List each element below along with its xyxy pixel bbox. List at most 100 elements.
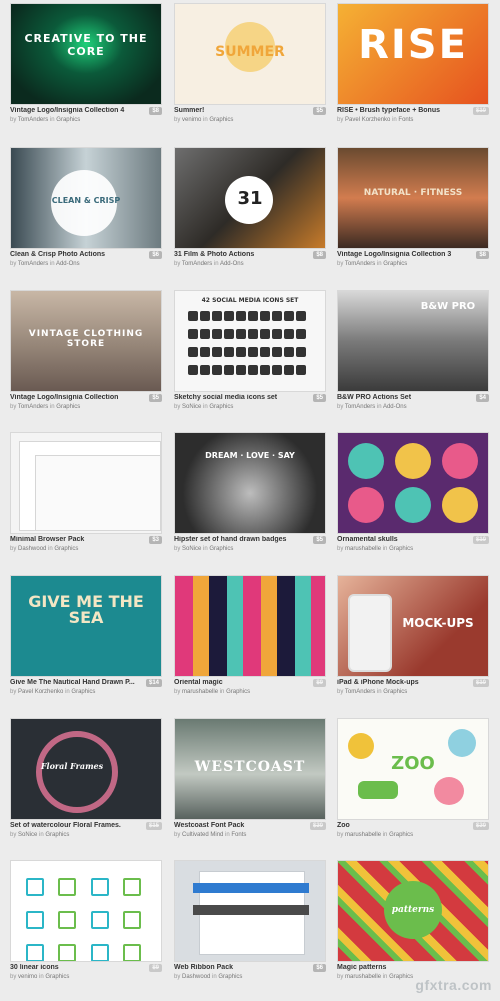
- product-card[interactable]: B&W PRO B&W PRO Actions Set by TomAnders…: [337, 290, 489, 426]
- product-title[interactable]: Hipster set of hand drawn badges: [174, 536, 299, 543]
- product-title[interactable]: Summer!: [174, 107, 299, 114]
- product-thumbnail[interactable]: SUMMER: [174, 3, 326, 105]
- author-link[interactable]: Pavel Korzhenko: [18, 689, 63, 695]
- product-title[interactable]: Vintage Logo/Insignia Collection: [10, 394, 135, 401]
- product-title[interactable]: Magic patterns: [337, 964, 462, 971]
- category-link[interactable]: Graphics: [56, 404, 80, 410]
- product-title[interactable]: 30 linear icons: [10, 964, 135, 971]
- product-title[interactable]: Minimal Browser Pack: [10, 536, 135, 543]
- category-link[interactable]: Add-Ons: [220, 261, 244, 267]
- product-card[interactable]: Minimal Browser Pack by Dashwood in Grap…: [10, 432, 162, 568]
- product-thumbnail[interactable]: 42 SOCIAL MEDIA ICONS SET: [174, 290, 326, 392]
- product-title[interactable]: Sketchy social media icons set: [174, 394, 299, 401]
- product-card[interactable]: 30 linear icons by venimo in Graphics $9: [10, 860, 162, 996]
- author-link[interactable]: Cultivated Mind: [182, 832, 223, 838]
- author-link[interactable]: Pavel Korzhenko: [345, 117, 390, 123]
- product-title[interactable]: Clean & Crisp Photo Actions: [10, 251, 135, 258]
- product-card[interactable]: RISE RISE • Brush typeface + Bonus by Pa…: [337, 3, 489, 139]
- category-link[interactable]: Add-Ons: [56, 261, 80, 267]
- product-title[interactable]: Give Me The Nautical Hand Drawn P...: [10, 679, 135, 686]
- category-link[interactable]: Graphics: [209, 404, 233, 410]
- category-link[interactable]: Graphics: [389, 974, 413, 980]
- author-link[interactable]: TomAnders: [18, 117, 48, 123]
- product-thumbnail[interactable]: RISE: [337, 3, 489, 105]
- author-link[interactable]: SoNice: [182, 546, 201, 552]
- author-link[interactable]: SoNice: [182, 404, 201, 410]
- product-thumbnail[interactable]: [174, 860, 326, 962]
- product-card[interactable]: MOCK-UPS iPad & iPhone Mock-ups by TomAn…: [337, 575, 489, 711]
- product-card[interactable]: DREAM · LOVE · SAY Hipster set of hand d…: [174, 432, 326, 568]
- product-card[interactable]: CLEAN & CRISP Clean & Crisp Photo Action…: [10, 147, 162, 283]
- product-thumbnail[interactable]: ZOO: [337, 718, 489, 820]
- category-link[interactable]: Graphics: [209, 117, 233, 123]
- product-thumbnail[interactable]: [337, 432, 489, 534]
- author-link[interactable]: venimo: [18, 974, 37, 980]
- product-thumbnail[interactable]: WESTCOAST: [174, 718, 326, 820]
- product-title[interactable]: Set of watercolour Floral Frames.: [10, 822, 135, 829]
- author-link[interactable]: marushabelle: [345, 546, 381, 552]
- product-title[interactable]: iPad & iPhone Mock-ups: [337, 679, 462, 686]
- product-card[interactable]: Ornamental skulls by marushabelle in Gra…: [337, 432, 489, 568]
- product-card[interactable]: ZOO Zoo by marushabelle in Graphics $30: [337, 718, 489, 854]
- author-link[interactable]: marushabelle: [345, 974, 381, 980]
- category-link[interactable]: Graphics: [226, 689, 250, 695]
- author-link[interactable]: TomAnders: [345, 689, 375, 695]
- product-thumbnail[interactable]: B&W PRO: [337, 290, 489, 392]
- product-card[interactable]: patterns Magic patterns by marushabelle …: [337, 860, 489, 996]
- product-title[interactable]: Zoo: [337, 822, 462, 829]
- product-thumbnail[interactable]: GIVE ME THE SEA: [10, 575, 162, 677]
- product-thumbnail[interactable]: [174, 575, 326, 677]
- product-card[interactable]: CREATIVE TO THE CORE Vintage Logo/Insign…: [10, 3, 162, 139]
- author-link[interactable]: TomAnders: [18, 404, 48, 410]
- category-link[interactable]: Graphics: [389, 832, 413, 838]
- product-title[interactable]: Ornamental skulls: [337, 536, 462, 543]
- author-link[interactable]: TomAnders: [345, 261, 375, 267]
- category-link[interactable]: Graphics: [383, 689, 407, 695]
- product-thumbnail[interactable]: NATURAL · FITNESS: [337, 147, 489, 249]
- product-thumbnail[interactable]: patterns: [337, 860, 489, 962]
- author-link[interactable]: TomAnders: [18, 261, 48, 267]
- category-link[interactable]: Fonts: [231, 832, 246, 838]
- category-link[interactable]: Graphics: [209, 546, 233, 552]
- product-title[interactable]: RISE • Brush typeface + Bonus: [337, 107, 462, 114]
- product-card[interactable]: VINTAGE CLOTHING STORE Vintage Logo/Insi…: [10, 290, 162, 426]
- product-card[interactable]: WESTCOAST Westcoast Font Pack by Cultiva…: [174, 718, 326, 854]
- product-title[interactable]: Vintage Logo/Insignia Collection 3: [337, 251, 462, 258]
- author-link[interactable]: venimo: [182, 117, 201, 123]
- product-title[interactable]: Vintage Logo/Insignia Collection 4: [10, 107, 135, 114]
- product-thumbnail[interactable]: CLEAN & CRISP: [10, 147, 162, 249]
- category-link[interactable]: Graphics: [54, 546, 78, 552]
- category-link[interactable]: Graphics: [45, 832, 69, 838]
- product-card[interactable]: Floral Frames Set of watercolour Floral …: [10, 718, 162, 854]
- category-link[interactable]: Graphics: [389, 546, 413, 552]
- product-title[interactable]: B&W PRO Actions Set: [337, 394, 462, 401]
- product-title[interactable]: Oriental magic: [174, 679, 299, 686]
- product-title[interactable]: 31 Film & Photo Actions: [174, 251, 299, 258]
- category-link[interactable]: Graphics: [56, 117, 80, 123]
- author-link[interactable]: TomAnders: [345, 404, 375, 410]
- product-thumbnail[interactable]: MOCK-UPS: [337, 575, 489, 677]
- product-thumbnail[interactable]: 31: [174, 147, 326, 249]
- product-thumbnail[interactable]: DREAM · LOVE · SAY: [174, 432, 326, 534]
- author-link[interactable]: SoNice: [18, 832, 37, 838]
- category-link[interactable]: Graphics: [218, 974, 242, 980]
- product-card[interactable]: NATURAL · FITNESS Vintage Logo/Insignia …: [337, 147, 489, 283]
- product-title[interactable]: Web Ribbon Pack: [174, 964, 299, 971]
- category-link[interactable]: Add-Ons: [383, 404, 407, 410]
- product-card[interactable]: Oriental magic by marushabelle in Graphi…: [174, 575, 326, 711]
- product-thumbnail[interactable]: [10, 432, 162, 534]
- product-card[interactable]: SUMMER Summer! by venimo in Graphics $5: [174, 3, 326, 139]
- author-link[interactable]: Dashwood: [18, 546, 46, 552]
- author-link[interactable]: marushabelle: [345, 832, 381, 838]
- product-title[interactable]: Westcoast Font Pack: [174, 822, 299, 829]
- author-link[interactable]: TomAnders: [182, 261, 212, 267]
- product-card[interactable]: 42 SOCIAL MEDIA ICONS SET Sketchy social…: [174, 290, 326, 426]
- product-thumbnail[interactable]: VINTAGE CLOTHING STORE: [10, 290, 162, 392]
- product-card[interactable]: GIVE ME THE SEA Give Me The Nautical Han…: [10, 575, 162, 711]
- author-link[interactable]: Dashwood: [182, 974, 210, 980]
- category-link[interactable]: Fonts: [398, 117, 413, 123]
- category-link[interactable]: Graphics: [383, 261, 407, 267]
- product-thumbnail[interactable]: CREATIVE TO THE CORE: [10, 3, 162, 105]
- product-thumbnail[interactable]: Floral Frames: [10, 718, 162, 820]
- author-link[interactable]: marushabelle: [182, 689, 218, 695]
